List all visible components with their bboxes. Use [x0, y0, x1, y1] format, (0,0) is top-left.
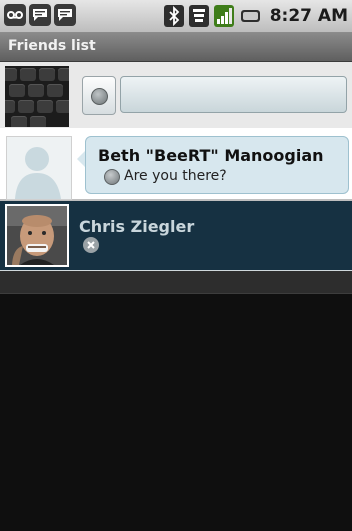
chat-icon	[29, 4, 51, 26]
signal-icon	[213, 5, 234, 27]
title-bar: Friends list	[0, 33, 352, 62]
friend-status-message: Are you there?	[124, 168, 227, 184]
default-avatar	[6, 136, 72, 200]
keyboard-photo[interactable]	[5, 66, 69, 127]
offline-status-icon	[83, 237, 99, 253]
chat-icon	[54, 4, 76, 26]
idle-status-icon	[104, 169, 120, 185]
notification-area[interactable]	[4, 4, 76, 26]
presence-button[interactable]	[82, 76, 116, 115]
battery-icon	[239, 5, 263, 27]
page-title: Friends list	[8, 38, 96, 54]
status-bar: 8:27 AM	[0, 0, 352, 33]
chat-bubble[interactable]	[85, 136, 349, 194]
voicemail-icon	[4, 4, 26, 26]
bluetooth-icon	[163, 5, 184, 27]
photo-avatar	[5, 204, 69, 267]
clock: 8:27 AM	[269, 6, 348, 26]
status-dot-icon	[91, 88, 108, 105]
list-divider	[0, 271, 352, 294]
friend-name: Beth "BeeRT" Manoogian	[98, 146, 324, 165]
wifi-icon	[188, 5, 209, 27]
status-message-input[interactable]	[120, 76, 347, 113]
friend-name: Chris Ziegler	[79, 217, 195, 236]
empty-list-area	[0, 294, 352, 531]
